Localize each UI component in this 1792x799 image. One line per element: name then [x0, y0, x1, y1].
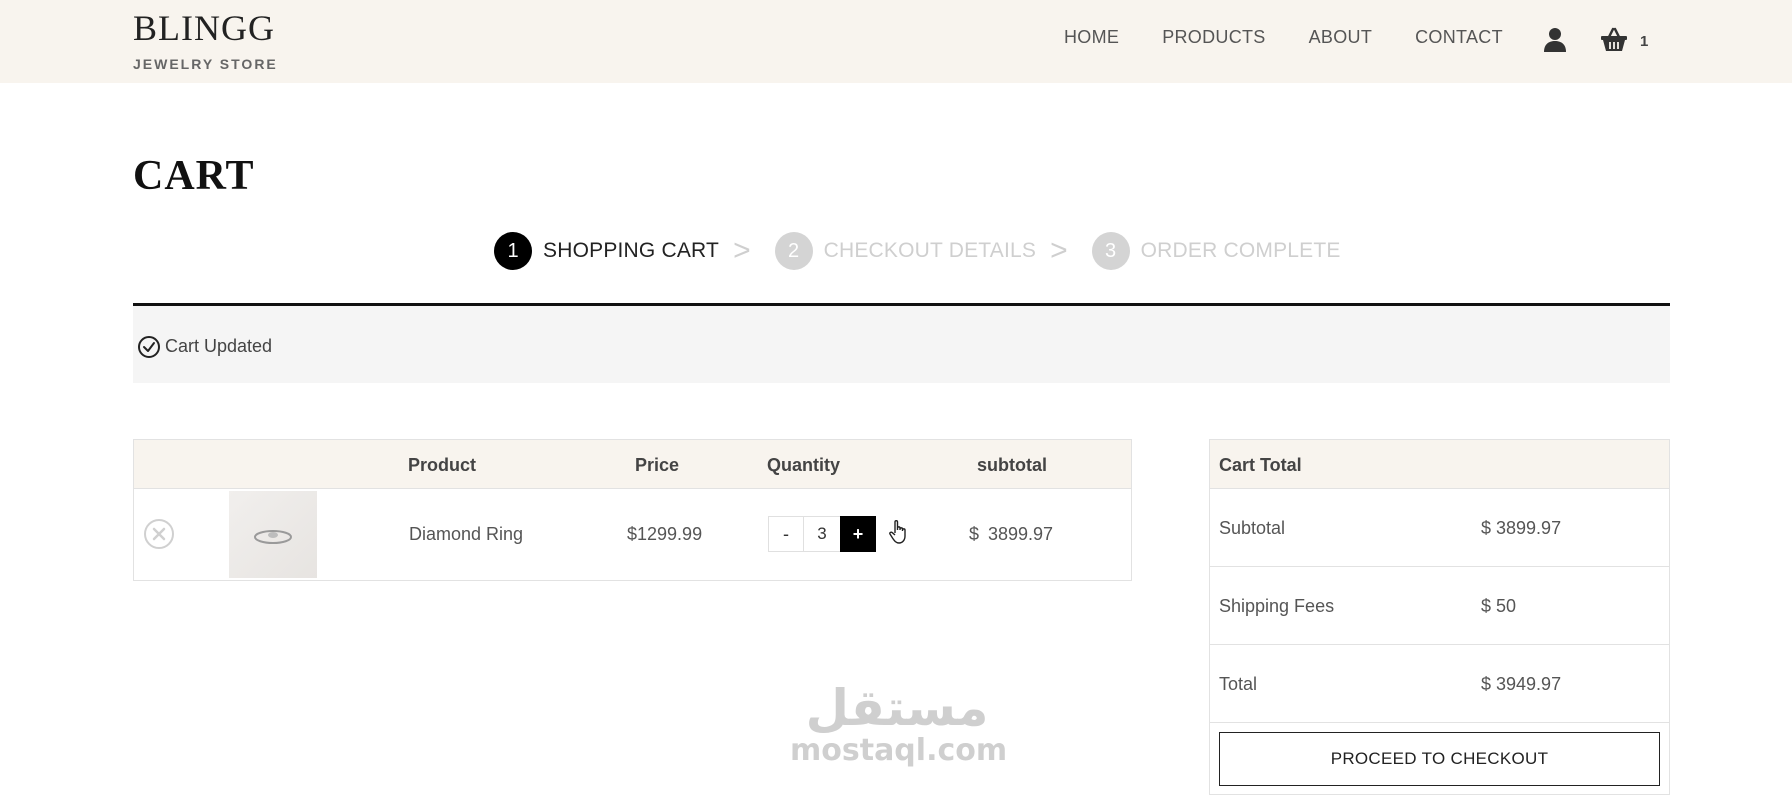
cart-total-panel: Cart Total Subtotal $ 3899.97 Shipping F…	[1209, 439, 1670, 795]
watermark-arabic: مستقل	[805, 679, 989, 737]
totals-label: Subtotal	[1219, 518, 1286, 538]
site-header: BLINGG JEWELRY STORE HOME PRODUCTS ABOUT…	[0, 0, 1792, 83]
step-order-complete: 3 ORDER COMPLETE	[1091, 232, 1341, 270]
totals-row-total: Total $ 3949.97	[1210, 645, 1669, 723]
row-subtotal: 3899.97	[988, 524, 1054, 544]
basket-icon[interactable]	[1600, 27, 1628, 53]
check-circle-icon	[138, 336, 160, 358]
header-quantity: Quantity	[767, 455, 841, 475]
totals-label: Shipping Fees	[1219, 596, 1335, 616]
watermark-latin: mostaql.com	[790, 733, 1008, 768]
nav-products[interactable]: PRODUCTS	[1162, 27, 1265, 48]
product-image[interactable]	[229, 491, 317, 578]
table-header: Product Price Quantity subtotal	[134, 440, 1131, 489]
step-label: CHECKOUT DETAILS	[823, 239, 1037, 262]
page-title: CART	[133, 153, 255, 199]
quantity-stepper: - 3 +	[768, 516, 876, 552]
nav-about[interactable]: ABOUT	[1309, 27, 1373, 48]
quantity-decrease-button[interactable]: -	[768, 516, 804, 552]
quantity-input[interactable]: 3	[804, 516, 840, 552]
step-number: 1	[494, 232, 532, 270]
remove-item-icon[interactable]	[143, 518, 175, 550]
cart-table: Product Price Quantity subtotal Diamond …	[133, 439, 1132, 581]
cart-count-badge[interactable]: 1	[1640, 33, 1648, 50]
table-row: Diamond Ring $1299.99 - 3 + $ 3899.97	[134, 489, 1131, 580]
totals-label: Total	[1219, 674, 1258, 694]
nav-contact[interactable]: CONTACT	[1415, 27, 1503, 48]
user-icon[interactable]	[1543, 27, 1567, 53]
totals-row-shipping: Shipping Fees $ 50	[1210, 567, 1669, 645]
totals-value: $ 3899.97	[1481, 518, 1562, 538]
header-product: Product	[408, 455, 477, 475]
cart-updated-notice: Cart Updated	[133, 303, 1670, 383]
step-number: 2	[774, 232, 813, 270]
step-label: SHOPPING CART	[543, 239, 720, 262]
brand-subtitle: JEWELRY STORE	[133, 56, 278, 72]
brand-logo[interactable]: BLINGG JEWELRY STORE	[133, 8, 278, 72]
brand-name: BLINGG	[133, 8, 275, 48]
step-separator-icon: >	[733, 234, 751, 267]
step-number: 3	[1091, 232, 1130, 270]
product-price: $1299.99	[627, 524, 703, 544]
step-shopping-cart: 1 SHOPPING CART	[494, 232, 719, 270]
nav-home[interactable]: HOME	[1064, 27, 1119, 48]
ring-icon	[254, 530, 292, 544]
pointer-hand-icon	[889, 520, 906, 544]
quantity-increase-button[interactable]: +	[840, 516, 876, 552]
totals-value: $ 50	[1481, 596, 1517, 616]
header-subtotal: subtotal	[977, 455, 1047, 475]
product-name-link[interactable]: Diamond Ring	[409, 524, 523, 545]
notice-text: Cart Updated	[165, 336, 273, 356]
step-checkout-details: 2 CHECKOUT DETAILS	[774, 232, 1037, 270]
header-price: Price	[635, 455, 680, 475]
subtotal-currency: $	[969, 524, 980, 544]
checkout-steps: 1 SHOPPING CART > 2 CHECKOUT DETAILS > 3…	[494, 232, 1341, 270]
step-separator-icon: >	[1050, 234, 1068, 267]
cart-total-title: Cart Total	[1210, 440, 1669, 489]
watermark: مستقل mostaql.com	[790, 679, 1008, 768]
main-nav: HOME PRODUCTS ABOUT CONTACT	[1064, 27, 1546, 48]
totals-value: $ 3949.97	[1481, 674, 1562, 694]
proceed-to-checkout-button[interactable]: PROCEED TO CHECKOUT	[1219, 732, 1660, 786]
totals-row-subtotal: Subtotal $ 3899.97	[1210, 489, 1669, 567]
step-label: ORDER COMPLETE	[1140, 239, 1341, 262]
